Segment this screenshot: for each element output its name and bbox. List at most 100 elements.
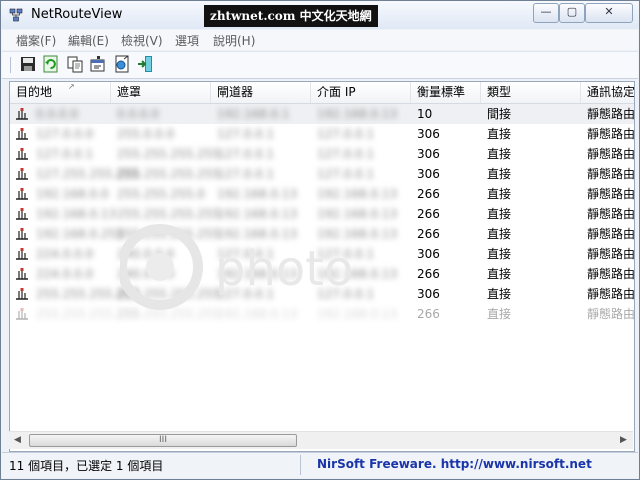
cell-type: 直接 [487, 247, 512, 261]
menu-options[interactable]: 選項 [175, 32, 199, 49]
column-header-protocol[interactable]: 通訊協定 [581, 82, 634, 103]
cell-metric: 266 [417, 267, 440, 281]
route-icon [16, 248, 28, 260]
scrollbar-thumb[interactable]: III [29, 434, 297, 447]
table-row[interactable]: 255.255.255.255 255.255.255.255 127.0.0.1 1… [10, 284, 634, 304]
cell-gw: 127.0.0.1 [217, 167, 275, 181]
horizontal-scrollbar[interactable]: ◀ III ▶ [9, 431, 633, 449]
nirsoft-link[interactable]: NirSoft Freeware. http://www.nirsoft.net [317, 457, 592, 471]
toolbar [2, 51, 638, 79]
cell-proto: 靜態路由 [587, 247, 635, 261]
table-row[interactable]: 127.0.0.1 255.255.255.255 127.0.0.1 127.0.0… [10, 144, 634, 164]
cell-mask: 0.0.0.0 [117, 107, 159, 121]
cell-metric: 306 [417, 147, 440, 161]
copy-icon[interactable] [66, 55, 84, 73]
menu-edit[interactable]: 編輯(E) [68, 32, 109, 49]
cell-proto: 靜態路由 [587, 147, 635, 161]
cell-iface: 192.168.0.13 [317, 227, 398, 241]
cell-dest: 192.168.0.13 [36, 207, 117, 221]
close-button[interactable]: ✕ [585, 3, 633, 23]
column-header-type[interactable]: 類型 [481, 82, 581, 103]
cell-gw: 192.168.0.13 [217, 187, 298, 201]
cell-type: 直接 [487, 187, 512, 201]
cell-metric: 306 [417, 127, 440, 141]
route-icon [16, 228, 28, 240]
refresh-icon[interactable] [42, 55, 60, 73]
route-icon [16, 128, 28, 140]
scroll-left-arrow-icon[interactable]: ◀ [9, 432, 26, 449]
table-row[interactable]: 192.168.0.255 255.255.255.255 192.168.0.13… [10, 224, 634, 244]
cell-type: 直接 [487, 227, 512, 241]
app-window: NetRouteView zhtwnet.com 中文化天地網 — ▢ ✕ 檔案… [0, 0, 640, 480]
route-icon [16, 268, 28, 280]
scroll-right-arrow-icon[interactable]: ▶ [615, 432, 632, 449]
menu-help[interactable]: 說明(H) [213, 32, 255, 49]
cell-proto: 靜態路由 [587, 107, 635, 121]
cell-mask: 255.255.255.0 [117, 187, 205, 201]
cell-dest: 127.0.0.0 [36, 127, 94, 141]
route-icon [16, 308, 28, 320]
cell-mask: 240.0.0.0 [117, 247, 175, 261]
cell-mask: 255.255.255.255 [117, 307, 221, 321]
cell-mask: 255.255.255.255 [117, 227, 221, 241]
menu-view[interactable]: 檢視(V) [121, 32, 163, 49]
title-bar[interactable]: NetRouteView zhtwnet.com 中文化天地網 — ▢ ✕ [1, 1, 639, 29]
cell-dest: 224.0.0.0 [36, 267, 94, 281]
table-row[interactable]: 192.168.0.0 255.255.255.0 192.168.0.13 192.… [10, 184, 634, 204]
cell-proto: 靜態路由 [587, 227, 635, 241]
cell-iface: 192.168.0.13 [317, 307, 398, 321]
cell-mask: 255.0.0.0 [117, 127, 175, 141]
cell-gw: 192.168.0.1 [217, 107, 290, 121]
menu-file[interactable]: 檔案(F) [16, 32, 56, 49]
cell-gw: 127.0.0.1 [217, 247, 275, 261]
cell-iface: 127.0.0.1 [317, 167, 375, 181]
column-header-metric[interactable]: 衡量標準 [411, 82, 481, 103]
cell-type: 直接 [487, 167, 512, 181]
table-row[interactable]: 224.0.0.0 240.0.0.0 127.0.0.1 127.0.0.1 306 直… [10, 244, 634, 264]
column-header-mask[interactable]: 遮罩 [111, 82, 211, 103]
table-row[interactable]: 224.0.0.0 240.0.0.0 192.168.0.13 192.168.0.… [10, 264, 634, 284]
route-icon [16, 208, 28, 220]
maximize-button[interactable]: ▢ [559, 3, 585, 23]
cell-metric: 306 [417, 287, 440, 301]
properties-icon[interactable] [89, 55, 107, 73]
route-list[interactable]: 目的地 ↗ 遮罩 閘道器 介面 IP 衡量標準 類型 通訊協定 0.0.0.0 0… [9, 81, 635, 452]
table-row[interactable]: 127.0.0.0 255.0.0.0 127.0.0.1 127.0.0.1 306 直… [10, 124, 634, 144]
cell-dest: 224.0.0.0 [36, 247, 94, 261]
column-header-destination[interactable]: 目的地 [10, 82, 111, 103]
route-icon [16, 108, 28, 120]
status-item-count: 11 個項目，已選定 1 個項目 [9, 459, 164, 473]
sort-arrow-icon: ↗ [68, 82, 75, 91]
cell-iface: 127.0.0.1 [317, 127, 375, 141]
table-row[interactable]: 127.255.255.255 255.255.255.255 127.0.0.1 1… [10, 164, 634, 184]
table-row[interactable]: 0.0.0.0 0.0.0.0 192.168.0.1 192.168.0.13 10 間… [10, 104, 634, 124]
cell-iface: 192.168.0.13 [317, 187, 398, 201]
table-row[interactable]: 255.255.255.255 255.255.255.255 192.168.0.… [10, 304, 634, 324]
cell-dest: 127.0.0.1 [36, 147, 94, 161]
route-icon [16, 188, 28, 200]
status-bar: 11 個項目，已選定 1 個項目 NirSoft Freeware. http:… [2, 452, 638, 477]
minimize-button[interactable]: — [533, 3, 559, 23]
cell-type: 間接 [487, 107, 512, 121]
cell-mask: 240.0.0.0 [117, 267, 175, 281]
column-header-interface-ip[interactable]: 介面 IP [311, 82, 411, 103]
route-icon [16, 148, 28, 160]
menu-bar: 檔案(F) 編輯(E) 檢視(V) 選項 說明(H) [2, 30, 638, 50]
cell-gw: 192.168.0.13 [217, 267, 298, 281]
column-header-gateway[interactable]: 閘道器 [211, 82, 311, 103]
status-divider [300, 455, 301, 475]
cell-proto: 靜態路由 [587, 207, 635, 221]
cell-gw: 127.0.0.1 [217, 127, 275, 141]
html-report-icon[interactable] [113, 55, 131, 73]
cell-type: 直接 [487, 147, 512, 161]
cell-iface: 127.0.0.1 [317, 147, 375, 161]
cell-metric: 266 [417, 307, 440, 321]
exit-icon[interactable] [136, 55, 154, 73]
save-icon[interactable] [19, 55, 37, 73]
table-row[interactable]: 192.168.0.13 255.255.255.255 192.168.0.13 1… [10, 204, 634, 224]
cell-iface: 192.168.0.13 [317, 107, 398, 121]
cell-type: 直接 [487, 207, 512, 221]
cell-gw: 192.168.0.13 [217, 207, 298, 221]
cell-dest: 192.168.0.255 [36, 227, 124, 241]
cell-mask: 255.255.255.255 [117, 167, 221, 181]
